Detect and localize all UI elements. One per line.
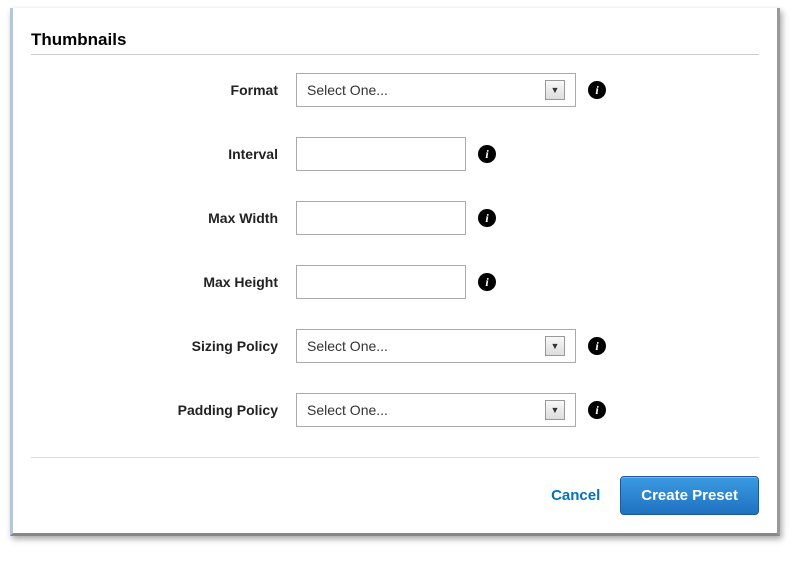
thumbnails-panel: Thumbnails Format Select One... ▼ i Inte… [10,8,780,536]
label-sizing-policy: Sizing Policy [31,338,296,354]
cancel-button[interactable]: Cancel [551,487,600,504]
format-select[interactable]: Select One... ▼ [296,73,576,107]
padding-policy-select[interactable]: Select One... ▼ [296,393,576,427]
padding-policy-value: Select One... [307,402,388,418]
chevron-down-icon: ▼ [545,400,565,420]
interval-input[interactable] [296,137,466,171]
label-format: Format [31,82,296,98]
create-preset-button[interactable]: Create Preset [620,476,759,515]
info-icon[interactable]: i [478,145,496,163]
max-height-input[interactable] [296,265,466,299]
info-icon[interactable]: i [478,209,496,227]
row-max-height: Max Height i [31,265,759,299]
footer: Cancel Create Preset [31,457,759,515]
torn-edge [31,16,759,26]
row-interval: Interval i [31,137,759,171]
section-title: Thumbnails [31,30,759,50]
max-width-input[interactable] [296,201,466,235]
label-max-height: Max Height [31,274,296,290]
row-padding-policy: Padding Policy Select One... ▼ i [31,393,759,427]
info-icon[interactable]: i [478,273,496,291]
chevron-down-icon: ▼ [545,336,565,356]
divider [31,54,759,55]
label-max-width: Max Width [31,210,296,226]
info-icon[interactable]: i [588,401,606,419]
sizing-policy-value: Select One... [307,338,388,354]
format-select-value: Select One... [307,82,388,98]
row-sizing-policy: Sizing Policy Select One... ▼ i [31,329,759,363]
info-icon[interactable]: i [588,337,606,355]
row-format: Format Select One... ▼ i [31,73,759,107]
info-icon[interactable]: i [588,81,606,99]
chevron-down-icon: ▼ [545,80,565,100]
sizing-policy-select[interactable]: Select One... ▼ [296,329,576,363]
label-padding-policy: Padding Policy [31,402,296,418]
label-interval: Interval [31,146,296,162]
row-max-width: Max Width i [31,201,759,235]
